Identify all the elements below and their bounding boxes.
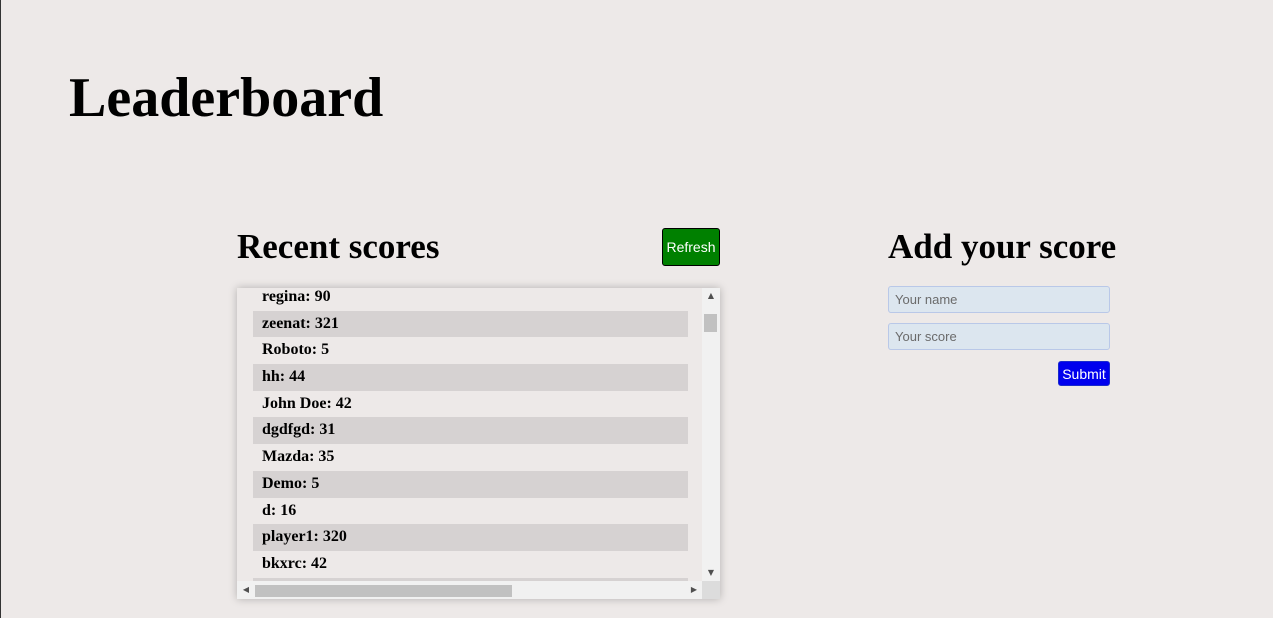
score-item: Roboto: 5 bbox=[262, 341, 330, 359]
refresh-button[interactable]: Refresh bbox=[662, 228, 720, 266]
scroll-left-icon[interactable]: ◀ bbox=[238, 581, 254, 599]
scroll-right-icon[interactable]: ▶ bbox=[686, 581, 702, 599]
score-item: d: 16 bbox=[262, 501, 297, 519]
score-item: hh: 44 bbox=[253, 364, 688, 391]
score-item: player1: 320 bbox=[253, 524, 688, 551]
scrollbar-corner bbox=[702, 581, 720, 599]
vertical-scrollbar[interactable]: ▲ ▼ bbox=[702, 288, 720, 581]
scores-panel[interactable]: regina: 90 zeenat: 321 Roboto: 5 hh: 44 … bbox=[237, 288, 720, 599]
horizontal-scrollbar[interactable]: ◀ ▶ bbox=[237, 581, 702, 599]
page-title: Leaderboard bbox=[69, 67, 384, 129]
score-input[interactable] bbox=[888, 323, 1110, 350]
page: Leaderboard Recent scores Refresh regina… bbox=[0, 0, 1273, 618]
score-item: Demo: 5 bbox=[253, 470, 688, 498]
score-item: bkxrc: 42 bbox=[262, 554, 328, 572]
scores-list: regina: 90 zeenat: 321 Roboto: 5 hh: 44 … bbox=[253, 288, 688, 581]
scores-viewport: regina: 90 zeenat: 321 Roboto: 5 hh: 44 … bbox=[237, 288, 702, 581]
submit-button[interactable]: Submit bbox=[1058, 361, 1110, 386]
scroll-down-icon[interactable]: ▼ bbox=[702, 565, 720, 581]
add-score-title: Add your score bbox=[888, 227, 1117, 266]
score-item: regina: 90 bbox=[262, 288, 331, 305]
score-item: John Doe: 42 bbox=[262, 394, 352, 412]
name-input[interactable] bbox=[888, 286, 1110, 313]
score-item: zeenat: 321 bbox=[253, 310, 688, 338]
scroll-up-icon[interactable]: ▲ bbox=[702, 288, 720, 304]
score-item: Mazda: 35 bbox=[262, 448, 335, 466]
score-item: dgdfgd: 31 bbox=[253, 417, 688, 445]
vertical-scroll-thumb[interactable] bbox=[704, 314, 717, 332]
horizontal-scroll-thumb[interactable] bbox=[255, 585, 512, 597]
recent-scores-title: Recent scores bbox=[237, 227, 440, 266]
